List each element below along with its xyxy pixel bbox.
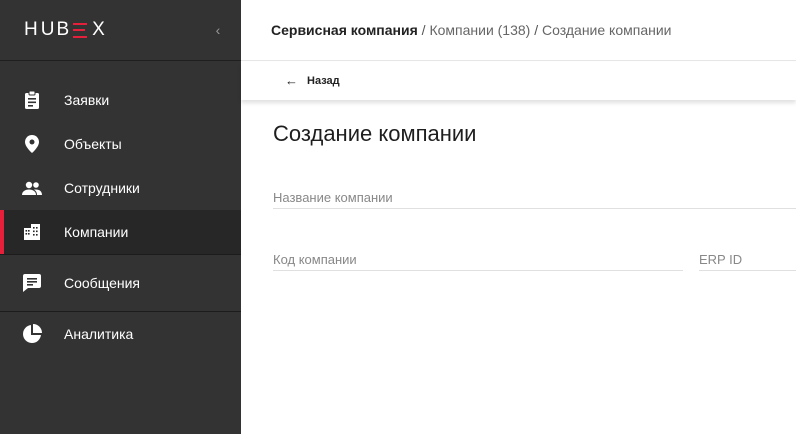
clipboard-icon <box>22 90 42 110</box>
message-icon <box>22 273 42 293</box>
company-code-input[interactable] <box>273 248 683 270</box>
people-icon <box>22 178 42 198</box>
active-indicator <box>0 210 4 254</box>
sidebar-item-employees[interactable]: Сотрудники <box>0 166 241 210</box>
collapse-sidebar-chevron-icon[interactable]: ‹ <box>210 20 226 40</box>
erp-id-input[interactable] <box>699 248 796 270</box>
back-label: Назад <box>307 75 340 87</box>
back-button[interactable]: ← Назад <box>285 73 340 89</box>
sidebar-item-label: Аналитика <box>64 326 134 342</box>
page-title: Создание компании <box>273 121 477 146</box>
sidebar-item-label: Компании <box>64 224 129 240</box>
sidebar-item-label: Сотрудники <box>64 180 140 196</box>
company-name-field <box>273 186 796 209</box>
buildings-icon <box>22 222 42 242</box>
breadcrumb: Сервисная компания / Компании (138) / Со… <box>271 21 671 39</box>
breadcrumb-current: Создание компании <box>542 22 672 38</box>
sidebar-item-analytics[interactable]: Аналитика <box>0 312 241 356</box>
breadcrumb-separator: / <box>534 22 539 38</box>
company-name-input[interactable] <box>273 186 796 208</box>
map-pin-icon <box>22 134 42 154</box>
sidebar-item-label: Объекты <box>64 136 122 152</box>
sidebar: H UB X ‹ Заявки Объекты Сотрудники Компан… <box>0 0 241 434</box>
breadcrumb-separator: / <box>421 22 426 38</box>
arrow-left-icon: ← <box>285 73 298 88</box>
breadcrumb-service-company[interactable]: Сервисная компания <box>271 22 418 38</box>
sidebar-item-objects[interactable]: Объекты <box>0 122 241 166</box>
sidebar-item-messages[interactable]: Сообщения <box>0 255 241 311</box>
sidebar-item-label: Сообщения <box>64 275 140 291</box>
erp-id-field <box>699 248 796 271</box>
hubex-logo[interactable]: H UB X <box>24 19 108 41</box>
back-bar: ← Назад <box>241 62 796 100</box>
pie-chart-icon <box>22 324 42 344</box>
logo-row: H UB X ‹ <box>0 0 241 61</box>
sidebar-item-companies[interactable]: Компании <box>0 210 241 254</box>
breadcrumb-companies[interactable]: Компании (138) <box>429 22 530 38</box>
sidebar-item-requests[interactable]: Заявки <box>0 78 241 122</box>
company-code-field <box>273 248 683 271</box>
top-header: Сервисная компания / Компании (138) / Со… <box>241 0 796 61</box>
sidebar-item-label: Заявки <box>64 92 110 108</box>
